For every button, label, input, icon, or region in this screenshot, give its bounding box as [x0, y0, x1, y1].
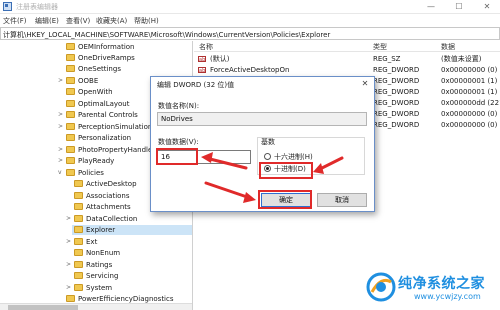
chevron-right-icon[interactable]: >: [58, 122, 63, 132]
folder-icon: [66, 77, 75, 84]
menu-help[interactable]: 帮助(H): [134, 16, 159, 26]
value-data-label: 数值数据(V):: [158, 138, 199, 146]
folder-icon: [74, 180, 83, 187]
annotation-box-value-data: [156, 148, 198, 165]
folder-icon: [74, 272, 83, 279]
dword-value-icon: ab: [198, 67, 206, 74]
folder-icon: [74, 249, 83, 256]
chevron-right-icon[interactable]: >: [66, 260, 71, 270]
annotation-box-ok-button: [258, 190, 312, 209]
dialog-title: 编辑 DWORD (32 位)值: [157, 81, 235, 89]
chevron-right-icon[interactable]: >: [58, 145, 63, 155]
watermark-logo-icon: [366, 272, 396, 302]
chevron-right-icon[interactable]: >: [58, 76, 63, 86]
menu-file[interactable]: 文件(F): [3, 16, 27, 26]
tree-item[interactable]: > System: [0, 283, 192, 293]
radio-button[interactable]: [264, 153, 271, 160]
window-titlebar: 注册表编辑器 — ☐ ✕: [0, 0, 500, 14]
list-row[interactable]: ab (默认) REG_SZ (数值未设置): [194, 54, 500, 64]
tree-item[interactable]: > Ext: [0, 237, 192, 247]
watermark-url: www.ycwjzy.com: [414, 292, 481, 301]
folder-icon: [66, 123, 75, 130]
tree-item[interactable]: Servicing: [0, 271, 192, 281]
tree-item[interactable]: NonEnum: [0, 248, 192, 258]
list-header: 名称 类型 数据: [194, 41, 500, 52]
tree-item[interactable]: OneDriveRamps: [0, 53, 192, 63]
chevron-down-icon[interactable]: v: [58, 168, 62, 178]
folder-icon: [66, 111, 75, 118]
tree-item[interactable]: OEMInformation: [0, 42, 192, 52]
folder-icon: [66, 157, 75, 164]
close-button[interactable]: ✕: [474, 0, 500, 14]
maximize-button[interactable]: ☐: [446, 0, 472, 14]
site-watermark: 纯净系统之家 www.ycwjzy.com: [366, 270, 498, 306]
tree-item[interactable]: > DataCollection: [0, 214, 192, 224]
folder-icon: [66, 100, 75, 107]
folder-icon: [66, 43, 75, 50]
column-header-data[interactable]: 数据: [441, 42, 455, 52]
folder-icon: [74, 238, 83, 245]
tree-horizontal-scrollbar[interactable]: [0, 303, 192, 310]
dialog-titlebar[interactable]: 编辑 DWORD (32 位)值 ✕: [151, 77, 374, 91]
value-name-label: 数值名称(N):: [158, 102, 200, 110]
address-path: 计算机\HKEY_LOCAL_MACHINE\SOFTWARE\Microsof…: [3, 31, 331, 39]
annotation-box-decimal-radio: [259, 162, 313, 179]
folder-icon: [74, 226, 83, 233]
minimize-button[interactable]: —: [418, 0, 444, 14]
folder-icon: [66, 88, 75, 95]
string-value-icon: ab: [198, 56, 206, 63]
cancel-button[interactable]: 取消: [317, 193, 367, 207]
folder-icon: [66, 134, 75, 141]
tree-item[interactable]: > Ratings: [0, 260, 192, 270]
folder-icon: [74, 284, 83, 291]
dialog-close-button[interactable]: ✕: [356, 77, 374, 91]
folder-icon: [74, 215, 83, 222]
tree-item[interactable]: OneSettings: [0, 64, 192, 74]
scrollbar-thumb[interactable]: [8, 305, 78, 310]
list-row[interactable]: ab ForceActiveDesktopOn REG_DWORD 0x0000…: [194, 65, 500, 75]
chevron-right-icon[interactable]: >: [66, 237, 71, 247]
folder-icon: [66, 65, 75, 72]
folder-icon: [74, 203, 83, 210]
folder-icon: [66, 295, 75, 302]
menu-edit[interactable]: 编辑(E): [35, 16, 59, 26]
chevron-right-icon[interactable]: >: [58, 110, 63, 120]
chevron-right-icon[interactable]: >: [58, 156, 63, 166]
column-header-type[interactable]: 类型: [373, 42, 387, 52]
folder-icon: [66, 169, 75, 176]
menu-bar: 文件(F) 编辑(E) 查看(V) 收藏夹(A) 帮助(H): [0, 14, 500, 26]
menu-favorites[interactable]: 收藏夹(A): [96, 16, 127, 26]
folder-icon: [66, 146, 75, 153]
folder-icon: [74, 261, 83, 268]
chevron-right-icon[interactable]: >: [66, 283, 71, 293]
tree-item-selected[interactable]: Explorer: [72, 225, 192, 235]
window-title: 注册表编辑器: [16, 3, 58, 11]
watermark-title: 纯净系统之家: [398, 276, 485, 292]
chevron-right-icon[interactable]: >: [66, 214, 71, 224]
folder-icon: [66, 54, 75, 61]
folder-icon: [74, 192, 83, 199]
column-header-name[interactable]: 名称: [199, 42, 213, 52]
regedit-app-icon: [3, 2, 12, 11]
address-bar[interactable]: 计算机\HKEY_LOCAL_MACHINE\SOFTWARE\Microsof…: [0, 27, 500, 40]
value-name-field[interactable]: NoDrives: [157, 112, 367, 126]
menu-view[interactable]: 查看(V): [66, 16, 90, 26]
